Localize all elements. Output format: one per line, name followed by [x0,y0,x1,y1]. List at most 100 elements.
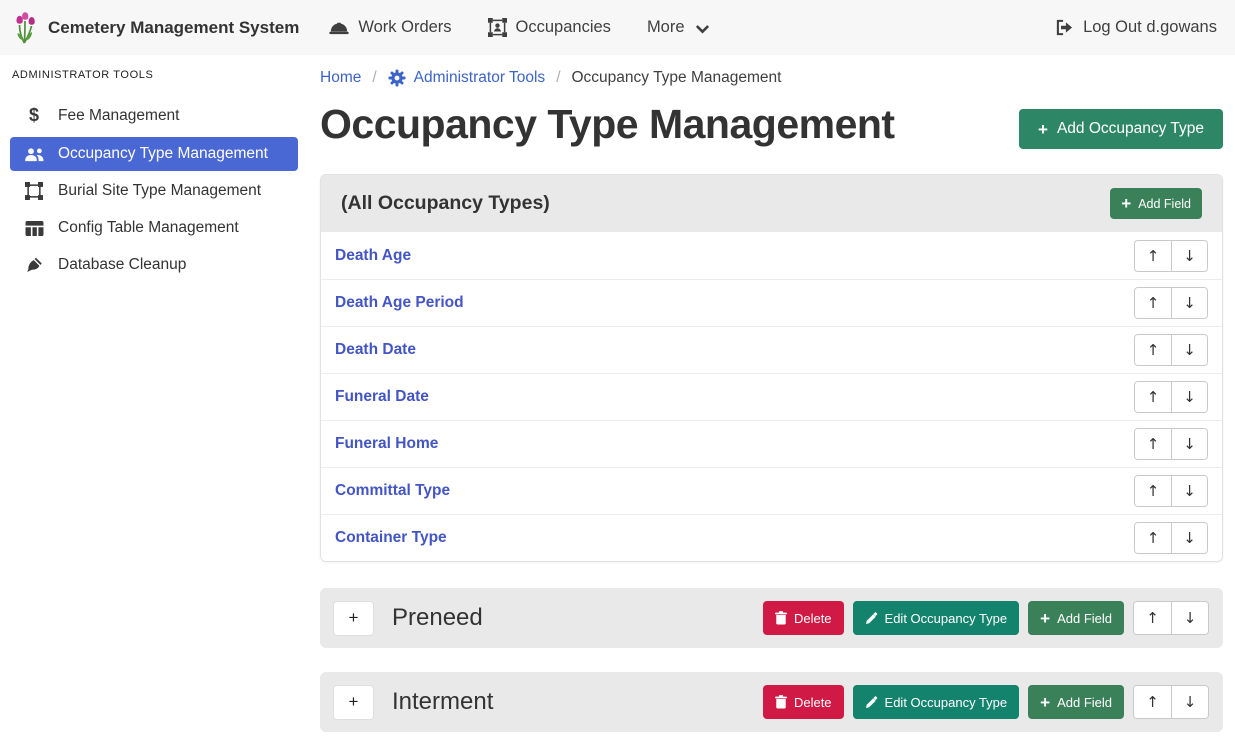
sidebar-item-database-cleanup[interactable]: Database Cleanup [10,248,298,282]
gear-icon [388,69,406,87]
app-brand[interactable]: Cemetery Management System [12,12,299,44]
edit-label: Edit Occupancy Type [885,695,1008,710]
add-occupancy-type-button[interactable]: + Add Occupancy Type [1019,109,1223,149]
move-up-button[interactable]: ↑ [1135,523,1171,553]
section-header-preneed: + Preneed Delete [320,588,1223,648]
reorder-button-group: ↑ ↓ [1134,334,1208,366]
expand-section-button[interactable]: + [334,602,373,635]
move-up-button[interactable]: ↑ [1135,382,1171,412]
breadcrumb-separator: / [372,69,376,87]
reorder-button-group: ↑ ↓ [1134,428,1208,460]
hard-hat-icon [329,20,349,36]
sidebar: ADMINISTRATOR TOOLS $ Fee Management Occ… [0,55,308,738]
add-field-button[interactable]: + Add Field [1028,685,1124,719]
field-link[interactable]: Funeral Home [335,435,438,453]
plus-icon: + [1121,195,1131,212]
move-down-button[interactable]: ↓ [1171,429,1207,459]
sidebar-item-burial-site-type-management[interactable]: Burial Site Type Management [10,174,298,208]
delete-label: Delete [794,695,832,710]
edit-occupancy-type-button[interactable]: Edit Occupancy Type [853,685,1020,719]
move-up-button[interactable]: ↑ [1135,241,1171,271]
reorder-button-group: ↑ ↓ [1134,240,1208,272]
delete-occupancy-type-button[interactable]: Delete [763,601,844,635]
breadcrumb-current: Occupancy Type Management [572,69,782,87]
move-up-button[interactable]: ↑ [1134,686,1171,718]
move-down-button[interactable]: ↓ [1171,288,1207,318]
nav-more[interactable]: More [647,18,709,37]
expand-section-button[interactable]: + [334,686,373,719]
section-title: Interment [392,688,493,716]
field-row: Death Age ↑ ↓ [321,232,1222,279]
reorder-button-group: ↑ ↓ [1134,475,1208,507]
nav-work-orders-label: Work Orders [358,18,451,37]
delete-occupancy-type-button[interactable]: Delete [763,685,844,719]
breadcrumb-admin-tools-link[interactable]: Administrator Tools [388,69,546,87]
field-row: Funeral Home ↑ ↓ [321,420,1222,467]
tulip-logo-icon [12,12,38,44]
app-title: Cemetery Management System [48,18,299,38]
plus-icon: + [1038,121,1048,138]
all-occupancy-types-header: (All Occupancy Types) + Add Field [321,175,1222,232]
add-occupancy-type-label: Add Occupancy Type [1057,120,1204,138]
move-up-button[interactable]: ↑ [1135,476,1171,506]
all-occupancy-types-card: (All Occupancy Types) + Add Field Death … [320,174,1223,562]
move-down-button[interactable]: ↓ [1171,335,1207,365]
top-navbar: Cemetery Management System Work Orders [0,0,1235,55]
nav-work-orders[interactable]: Work Orders [329,18,451,37]
field-row: Death Date ↑ ↓ [321,326,1222,373]
pencil-icon [865,612,878,625]
nav-more-label: More [647,18,685,37]
sidebar-item-occupancy-type-management[interactable]: Occupancy Type Management [10,137,298,171]
field-link[interactable]: Container Type [335,529,447,547]
field-link[interactable]: Funeral Date [335,388,429,406]
sidebar-heading: ADMINISTRATOR TOOLS [12,69,296,81]
sidebar-item-config-table-management[interactable]: Config Table Management [10,211,298,245]
move-up-button[interactable]: ↑ [1135,335,1171,365]
nav-occupancies-label: Occupancies [516,18,611,37]
field-row-list: Death Age ↑ ↓ Death Age Period ↑ ↓ Death… [321,232,1222,561]
sidebar-item-label: Fee Management [58,107,180,125]
field-link[interactable]: Death Age Period [335,294,464,312]
main-content: Home / Administrator Tool [308,55,1235,738]
add-field-label: Add Field [1057,611,1112,626]
field-link[interactable]: Death Age [335,247,411,265]
move-up-button[interactable]: ↑ [1135,288,1171,318]
trash-icon [775,695,787,709]
pencil-icon [865,696,878,709]
move-down-button[interactable]: ↓ [1171,382,1207,412]
edit-label: Edit Occupancy Type [885,611,1008,626]
move-down-button[interactable]: ↓ [1171,523,1207,553]
reorder-button-group: ↑ ↓ [1134,522,1208,554]
navbar-menu: Work Orders [329,18,708,37]
move-up-button[interactable]: ↑ [1135,429,1171,459]
field-link[interactable]: Committal Type [335,482,450,500]
move-down-button[interactable]: ↓ [1171,602,1208,634]
field-link[interactable]: Death Date [335,341,416,359]
logout-button[interactable]: Log Out d.gowans [1055,18,1217,37]
add-field-button[interactable]: + Add Field [1110,188,1202,219]
all-occupancy-types-title: (All Occupancy Types) [341,192,550,215]
table-icon [23,220,45,237]
breadcrumb: Home / Administrator Tool [320,69,1223,87]
edit-occupancy-type-button[interactable]: Edit Occupancy Type [853,601,1020,635]
occupancy-frame-icon [488,18,507,37]
add-field-button[interactable]: + Add Field [1028,601,1124,635]
field-row: Funeral Date ↑ ↓ [321,373,1222,420]
move-down-button[interactable]: ↓ [1171,241,1207,271]
sign-out-icon [1055,19,1074,36]
move-down-button[interactable]: ↓ [1171,686,1208,718]
reorder-button-group: ↑ ↓ [1133,685,1209,719]
add-field-label: Add Field [1138,197,1191,211]
breadcrumb-admin-tools-label: Administrator Tools [414,69,546,87]
move-up-button[interactable]: ↑ [1134,602,1171,634]
breadcrumb-home-link[interactable]: Home [320,69,361,87]
page-title: Occupancy Type Management [320,101,895,148]
vector-square-icon [23,182,45,200]
plus-icon: + [1040,694,1050,711]
nav-occupancies[interactable]: Occupancies [488,18,611,37]
sidebar-item-fee-management[interactable]: $ Fee Management [10,97,298,134]
chevron-down-icon [696,25,709,34]
plus-icon: + [1040,610,1050,627]
sidebar-item-label: Occupancy Type Management [58,145,268,163]
move-down-button[interactable]: ↓ [1171,476,1207,506]
